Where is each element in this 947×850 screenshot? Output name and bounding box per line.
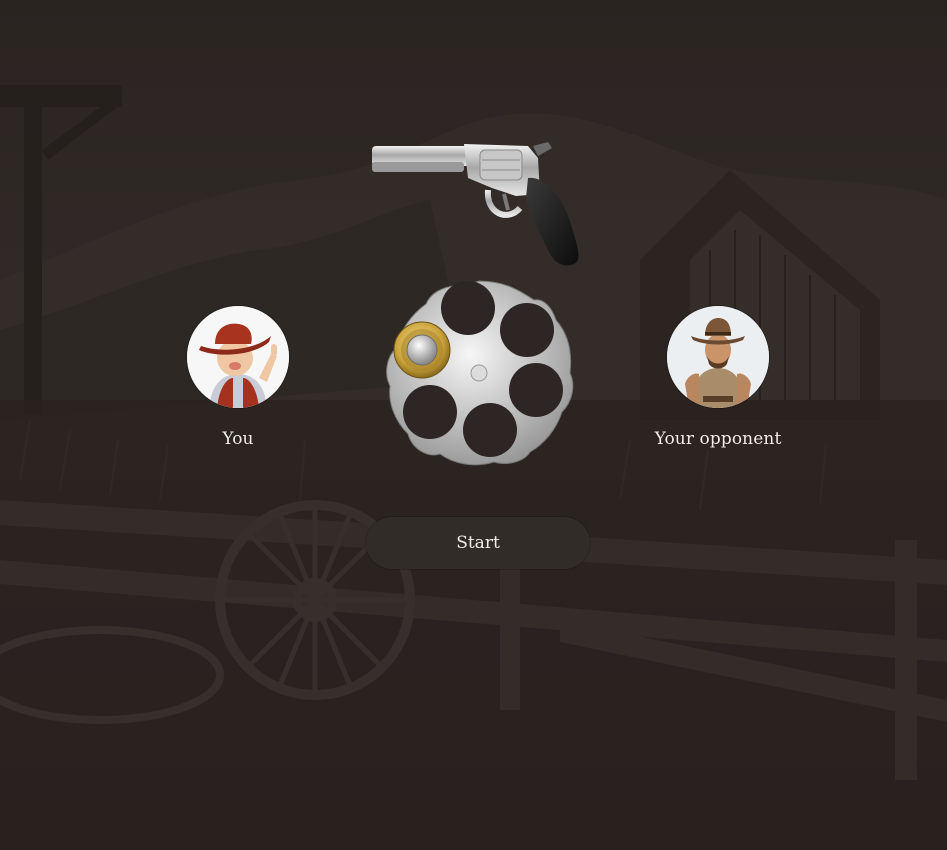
- revolver-cylinder-icon: [386, 280, 574, 466]
- player-you-avatar: [187, 306, 289, 408]
- player-opponent-label: Your opponent: [654, 429, 782, 449]
- bullet-icon: [393, 321, 451, 379]
- player-you: You: [187, 306, 289, 449]
- player-opponent-avatar: [667, 306, 769, 408]
- player-opponent: Your opponent: [650, 306, 786, 449]
- player-you-label: You: [222, 429, 254, 449]
- start-button[interactable]: Start: [366, 517, 590, 569]
- revolver-icon: [372, 142, 579, 266]
